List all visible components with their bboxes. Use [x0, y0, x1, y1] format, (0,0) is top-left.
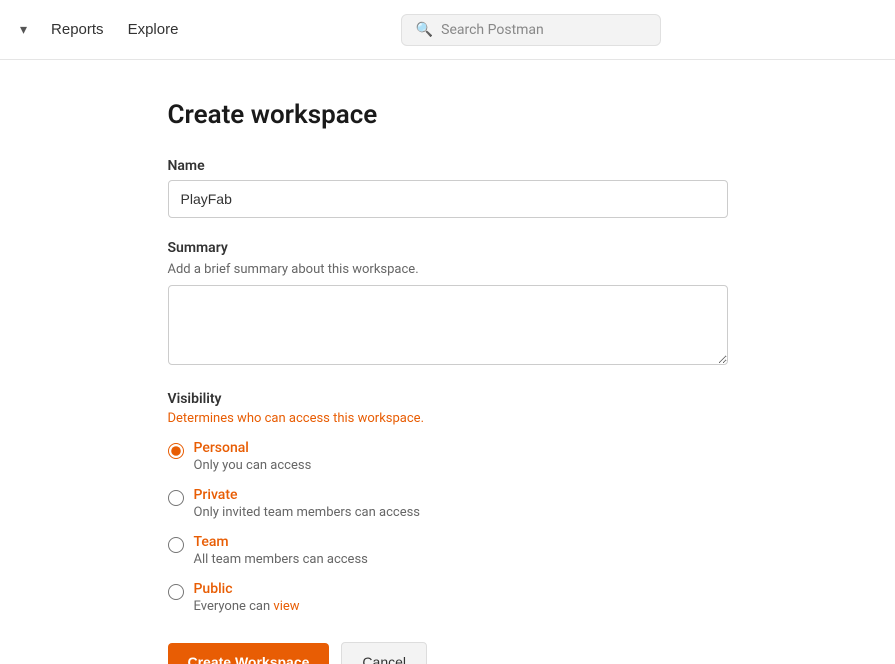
visibility-personal-label[interactable]: Personal	[194, 440, 312, 456]
visibility-team-option: Team All team members can access	[168, 534, 728, 567]
visibility-public-label[interactable]: Public	[194, 581, 300, 597]
visibility-private-label[interactable]: Private	[194, 487, 421, 503]
name-field-group: Name	[168, 158, 728, 218]
visibility-personal-option: Personal Only you can access	[168, 440, 728, 473]
create-workspace-form: Create workspace Name Summary Add a brie…	[168, 100, 728, 624]
header-center: 🔍 Search Postman	[182, 14, 879, 46]
search-icon: 🔍	[416, 22, 433, 38]
visibility-public-radio[interactable]	[168, 584, 184, 600]
visibility-personal-description: Only you can access	[194, 458, 312, 473]
search-bar[interactable]: 🔍 Search Postman	[401, 14, 661, 46]
cancel-button[interactable]: Cancel	[341, 642, 427, 664]
visibility-public-option: Public Everyone can view	[168, 581, 728, 614]
search-placeholder-text: Search Postman	[441, 22, 544, 38]
visibility-subtitle: Determines who can access this workspace…	[168, 411, 728, 426]
visibility-private-radio[interactable]	[168, 490, 184, 506]
create-workspace-button[interactable]: Create Workspace	[168, 643, 330, 664]
visibility-public-description: Everyone can view	[194, 599, 300, 614]
summary-label: Summary	[168, 240, 728, 256]
name-input[interactable]	[168, 180, 728, 218]
visibility-section: Visibility Determines who can access thi…	[168, 391, 728, 614]
visibility-private-content: Private Only invited team members can ac…	[194, 487, 421, 520]
public-view-link[interactable]: view	[273, 599, 299, 614]
reports-nav-link[interactable]: Reports	[47, 17, 108, 42]
visibility-public-content: Public Everyone can view	[194, 581, 300, 614]
page-title: Create workspace	[168, 100, 728, 130]
explore-nav-link[interactable]: Explore	[124, 17, 183, 42]
summary-textarea[interactable]	[168, 285, 728, 365]
visibility-team-radio[interactable]	[168, 537, 184, 553]
visibility-personal-content: Personal Only you can access	[194, 440, 312, 473]
summary-field-group: Summary Add a brief summary about this w…	[168, 240, 728, 369]
visibility-team-label[interactable]: Team	[194, 534, 368, 550]
visibility-private-description: Only invited team members can access	[194, 505, 421, 520]
visibility-team-description: All team members can access	[194, 552, 368, 567]
main-content: Create workspace Name Summary Add a brie…	[0, 60, 895, 664]
visibility-team-content: Team All team members can access	[194, 534, 368, 567]
chevron-down-icon: ▾	[20, 21, 27, 38]
summary-hint: Add a brief summary about this workspace…	[168, 262, 728, 277]
header: ▾ Reports Explore 🔍 Search Postman	[0, 0, 895, 60]
button-group: Create Workspace Cancel	[168, 642, 728, 664]
visibility-personal-radio[interactable]	[168, 443, 184, 459]
header-nav: ▾ Reports Explore	[16, 17, 182, 42]
visibility-private-option: Private Only invited team members can ac…	[168, 487, 728, 520]
visibility-label: Visibility	[168, 391, 728, 407]
name-label: Name	[168, 158, 728, 174]
chevron-button[interactable]: ▾	[16, 17, 31, 42]
